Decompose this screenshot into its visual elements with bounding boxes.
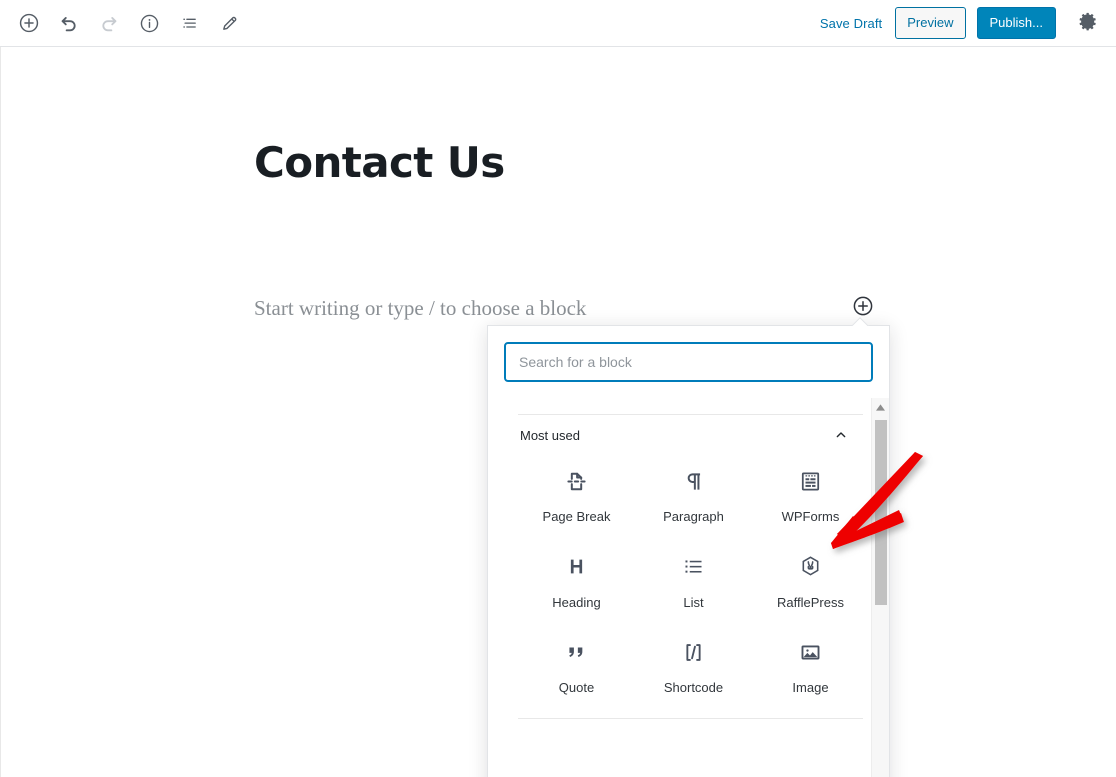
paragraph-pilcrow-icon (681, 467, 706, 495)
add-block-icon (18, 12, 40, 34)
block-item-label: Page Break (542, 509, 611, 524)
block-item-heading[interactable]: Heading (518, 541, 635, 627)
most-used-panel-title: Most used (520, 427, 580, 443)
block-item-label: Heading (552, 594, 601, 610)
block-item-label: Image (792, 680, 829, 696)
gear-icon (1078, 11, 1099, 35)
inserter-results-inner: Most used Page Break Paragraph WPForms H… (488, 414, 863, 719)
block-item-label: Quote (558, 680, 595, 696)
block-inserter-popover: Most used (487, 325, 890, 777)
wordpress-block-editor: Save Draft Preview Publish... Contact Us… (0, 0, 1116, 777)
popover-caret (852, 317, 869, 326)
block-item-page-break[interactable]: Page Break (518, 455, 635, 541)
image-icon (798, 638, 823, 666)
redo-button[interactable] (91, 5, 127, 41)
list-bullets-icon (681, 553, 706, 581)
default-block-placeholder[interactable]: Start writing or type / to choose a bloc… (254, 293, 874, 325)
post-title[interactable]: Contact Us (254, 139, 505, 186)
quote-marks-icon (564, 638, 589, 666)
panel-divider-bottom (518, 717, 863, 719)
wpforms-clipboard-icon (798, 467, 823, 495)
block-item-image[interactable]: Image (752, 626, 869, 712)
block-item-label: WPForms (781, 509, 840, 524)
page-break-icon (564, 467, 589, 495)
settings-button[interactable] (1070, 5, 1106, 41)
preview-button[interactable]: Preview (895, 7, 966, 39)
block-item-rafflepress[interactable]: RafflePress (752, 541, 869, 627)
block-item-label: RafflePress (777, 594, 844, 610)
content-structure-button[interactable] (131, 5, 167, 41)
scroll-up-arrow-icon[interactable] (872, 398, 889, 416)
block-item-wpforms[interactable]: WPForms (752, 455, 869, 541)
heading-h-icon (564, 553, 589, 581)
rafflepress-hexagon-icon (798, 553, 823, 581)
scrollbar-thumb[interactable] (875, 420, 887, 605)
most-used-block-grid: Page Break Paragraph WPForms Heading Lis… (504, 449, 869, 712)
edit-mode-button[interactable] (211, 5, 247, 41)
most-used-panel-header[interactable]: Most used (504, 415, 867, 449)
save-draft-button[interactable]: Save Draft (818, 12, 884, 35)
block-search-input[interactable] (504, 342, 873, 382)
redo-icon (98, 12, 120, 34)
add-block-button[interactable] (11, 5, 47, 41)
pencil-icon (219, 13, 240, 34)
undo-icon (58, 12, 80, 34)
block-navigation-button[interactable] (171, 5, 207, 41)
block-item-paragraph[interactable]: Paragraph (635, 455, 752, 541)
header-left-toolbar (0, 5, 247, 41)
shortcode-brackets-icon (681, 638, 706, 666)
block-item-label: List (683, 594, 704, 610)
undo-button[interactable] (51, 5, 87, 41)
inserter-scrollbar[interactable] (871, 398, 889, 777)
block-search-container (488, 326, 889, 382)
publish-button[interactable]: Publish... (976, 7, 1056, 39)
header-right-actions: Save Draft Preview Publish... (818, 5, 1116, 41)
block-item-label: Shortcode (663, 680, 724, 696)
editor-header: Save Draft Preview Publish... (0, 0, 1116, 47)
block-item-list[interactable]: List (635, 541, 752, 627)
chevron-up-icon[interactable] (833, 427, 849, 443)
inserter-results-scroll-area: Most used Page Break Paragraph WPForms H… (488, 398, 891, 777)
block-item-label: Paragraph (663, 509, 724, 524)
block-item-shortcode[interactable]: Shortcode (635, 626, 752, 712)
info-icon (139, 13, 160, 34)
editor-canvas: Contact Us Start writing or type / to ch… (0, 47, 1116, 777)
list-view-icon (179, 13, 200, 34)
block-item-quote[interactable]: Quote (518, 626, 635, 712)
